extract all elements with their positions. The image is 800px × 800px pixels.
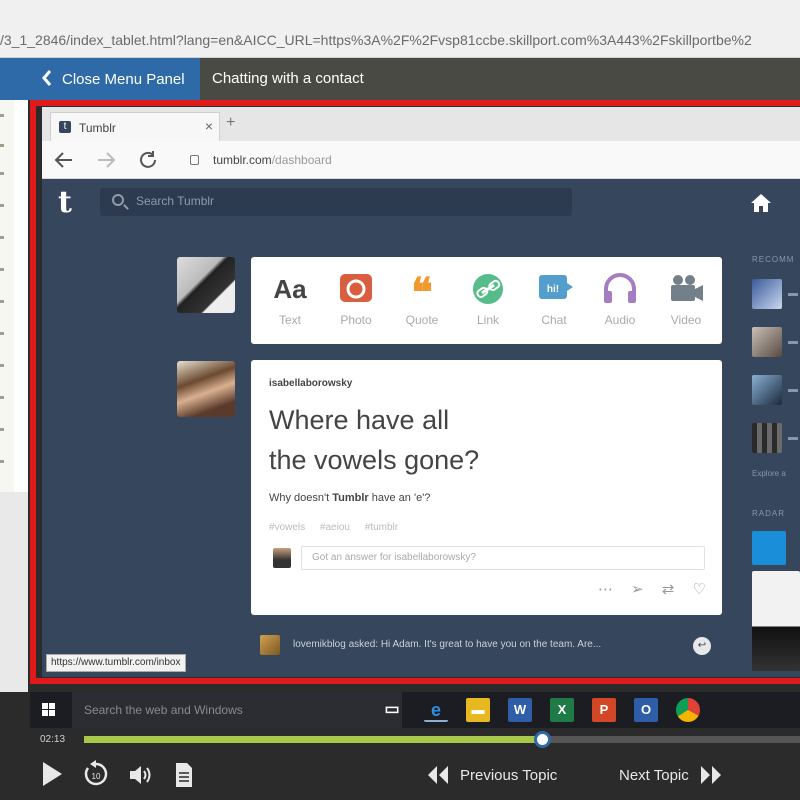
volume-icon[interactable] [128, 764, 154, 786]
progress-scrubber-handle[interactable] [534, 731, 552, 748]
screen: /3_1_2846/index_tablet.html?lang=en&AICC… [0, 0, 800, 800]
windows-start-icon[interactable] [42, 703, 56, 717]
menu-item-marker [0, 396, 4, 399]
menu-item-marker [0, 460, 4, 463]
taskbar-search-input[interactable]: Search the web and Windows [72, 692, 402, 728]
browser-address-bar[interactable]: /3_1_2846/index_tablet.html?lang=en&AICC… [0, 0, 800, 58]
transcript-document-icon[interactable] [174, 762, 194, 788]
menu-item-marker [0, 204, 4, 207]
course-title: Chatting with a contact [212, 70, 364, 87]
menu-item-marker [0, 300, 4, 303]
progress-track[interactable] [84, 731, 800, 748]
chrome-icon[interactable] [676, 698, 700, 722]
powerpoint-icon[interactable]: P [592, 698, 616, 722]
menu-item-marker [0, 172, 4, 175]
close-menu-panel-label: Close Menu Panel [62, 70, 185, 88]
double-chevron-right-icon [700, 766, 721, 784]
menu-panel[interactable] [0, 100, 28, 692]
menu-panel-footer [0, 492, 28, 692]
highlight-frame [30, 100, 800, 684]
course-header: Close Menu Panel Chatting with a contact [0, 58, 800, 100]
windows-taskbar: Search the web and Windows ▭ e ▬ W X P O [30, 692, 800, 728]
file-explorer-icon[interactable]: ▬ [466, 698, 490, 722]
previous-topic-button[interactable]: Previous Topic [426, 764, 557, 786]
double-chevron-left-icon [428, 766, 448, 784]
task-view-icon[interactable]: ▭ [380, 698, 404, 722]
chevron-left-icon [42, 70, 52, 86]
menu-item-marker [0, 114, 4, 117]
menu-item-marker [0, 144, 4, 147]
progress-fill [84, 736, 543, 743]
menu-item-marker [0, 428, 4, 431]
menu-item-marker [0, 364, 4, 367]
excel-icon[interactable]: X [550, 698, 574, 722]
menu-panel-strip [0, 100, 14, 492]
browser-url[interactable]: /3_1_2846/index_tablet.html?lang=en&AICC… [0, 32, 752, 48]
menu-item-marker [0, 268, 4, 271]
replay-10-icon[interactable]: 10 [82, 760, 110, 788]
play-icon[interactable] [40, 760, 64, 788]
word-icon[interactable]: W [508, 698, 532, 722]
menu-item-marker [0, 332, 4, 335]
edge-icon[interactable]: e [424, 698, 448, 722]
next-topic-button[interactable]: Next Topic [619, 764, 723, 786]
menu-item-marker [0, 236, 4, 239]
previous-topic-label: Previous Topic [460, 766, 558, 784]
outlook-icon[interactable]: O [634, 698, 658, 722]
close-menu-panel-button[interactable]: Close Menu Panel [0, 58, 200, 100]
player-controls: 02:13 10 Previous Topic Next Topic [30, 728, 800, 800]
svg-text:10: 10 [92, 772, 101, 781]
next-topic-label: Next Topic [619, 766, 689, 784]
elapsed-time: 02:13 [40, 734, 66, 745]
